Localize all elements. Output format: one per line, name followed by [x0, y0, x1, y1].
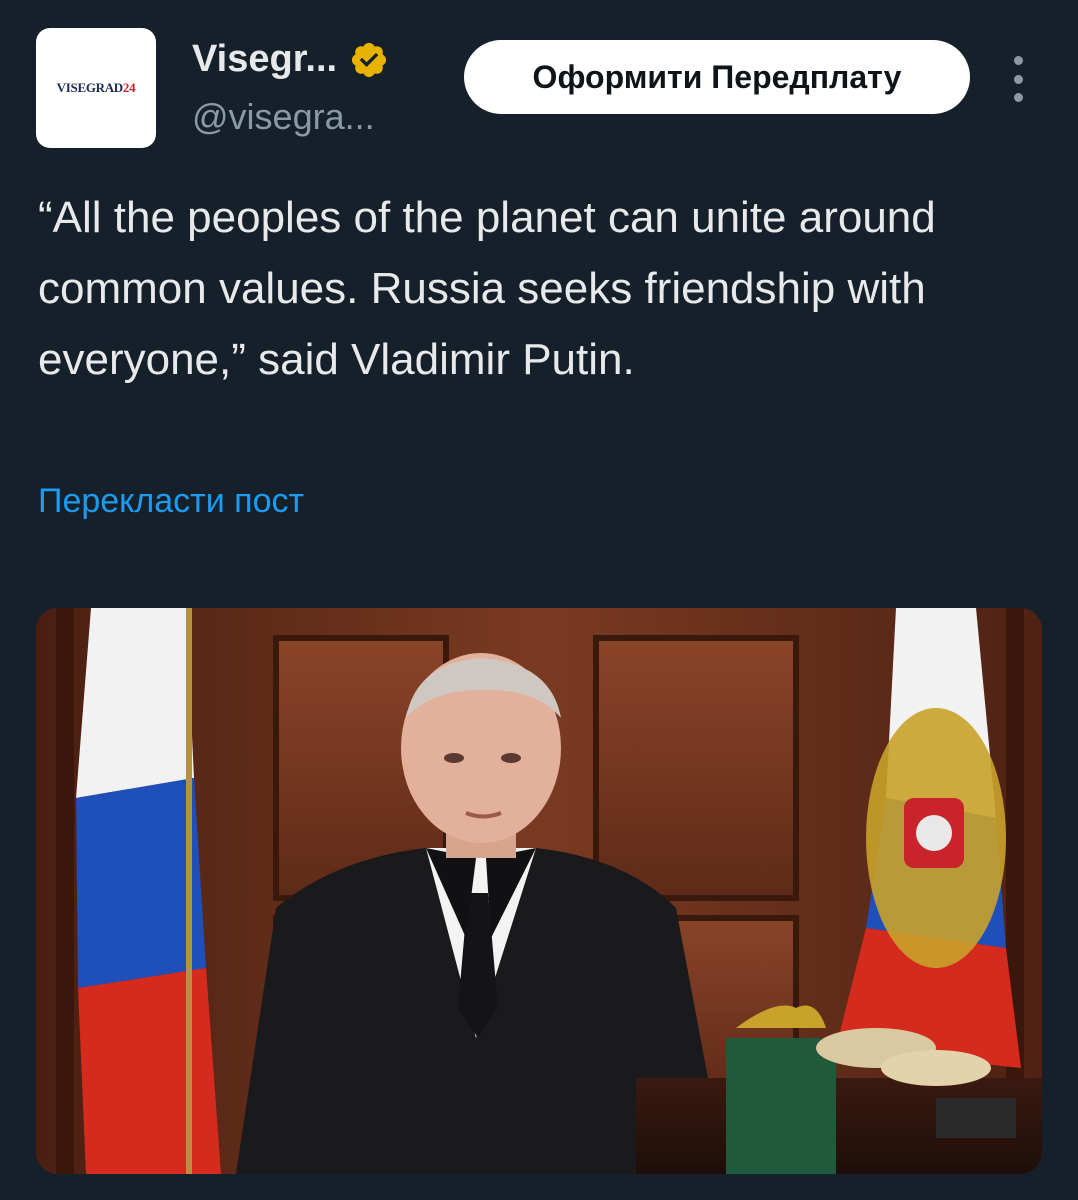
avatar-logo: VISEGRAD24 [56, 80, 136, 95]
verified-badge-icon [351, 42, 387, 77]
avatar[interactable]: VISEGRAD24 [36, 28, 156, 148]
more-vertical-icon[interactable] [1004, 56, 1032, 102]
translate-post-link[interactable]: Перекласти пост [38, 482, 304, 521]
author-name-row[interactable]: Visegr... [192, 38, 389, 81]
author-handle[interactable]: @visegra... [192, 96, 375, 138]
speech-photo [36, 608, 1042, 1174]
tweet-text: “All the peoples of the planet can unite… [38, 193, 936, 384]
tweet-media-image[interactable] [36, 608, 1042, 1174]
display-name[interactable]: Visegr... [192, 38, 337, 81]
subscribe-button[interactable]: Оформити Передплату [464, 40, 970, 114]
